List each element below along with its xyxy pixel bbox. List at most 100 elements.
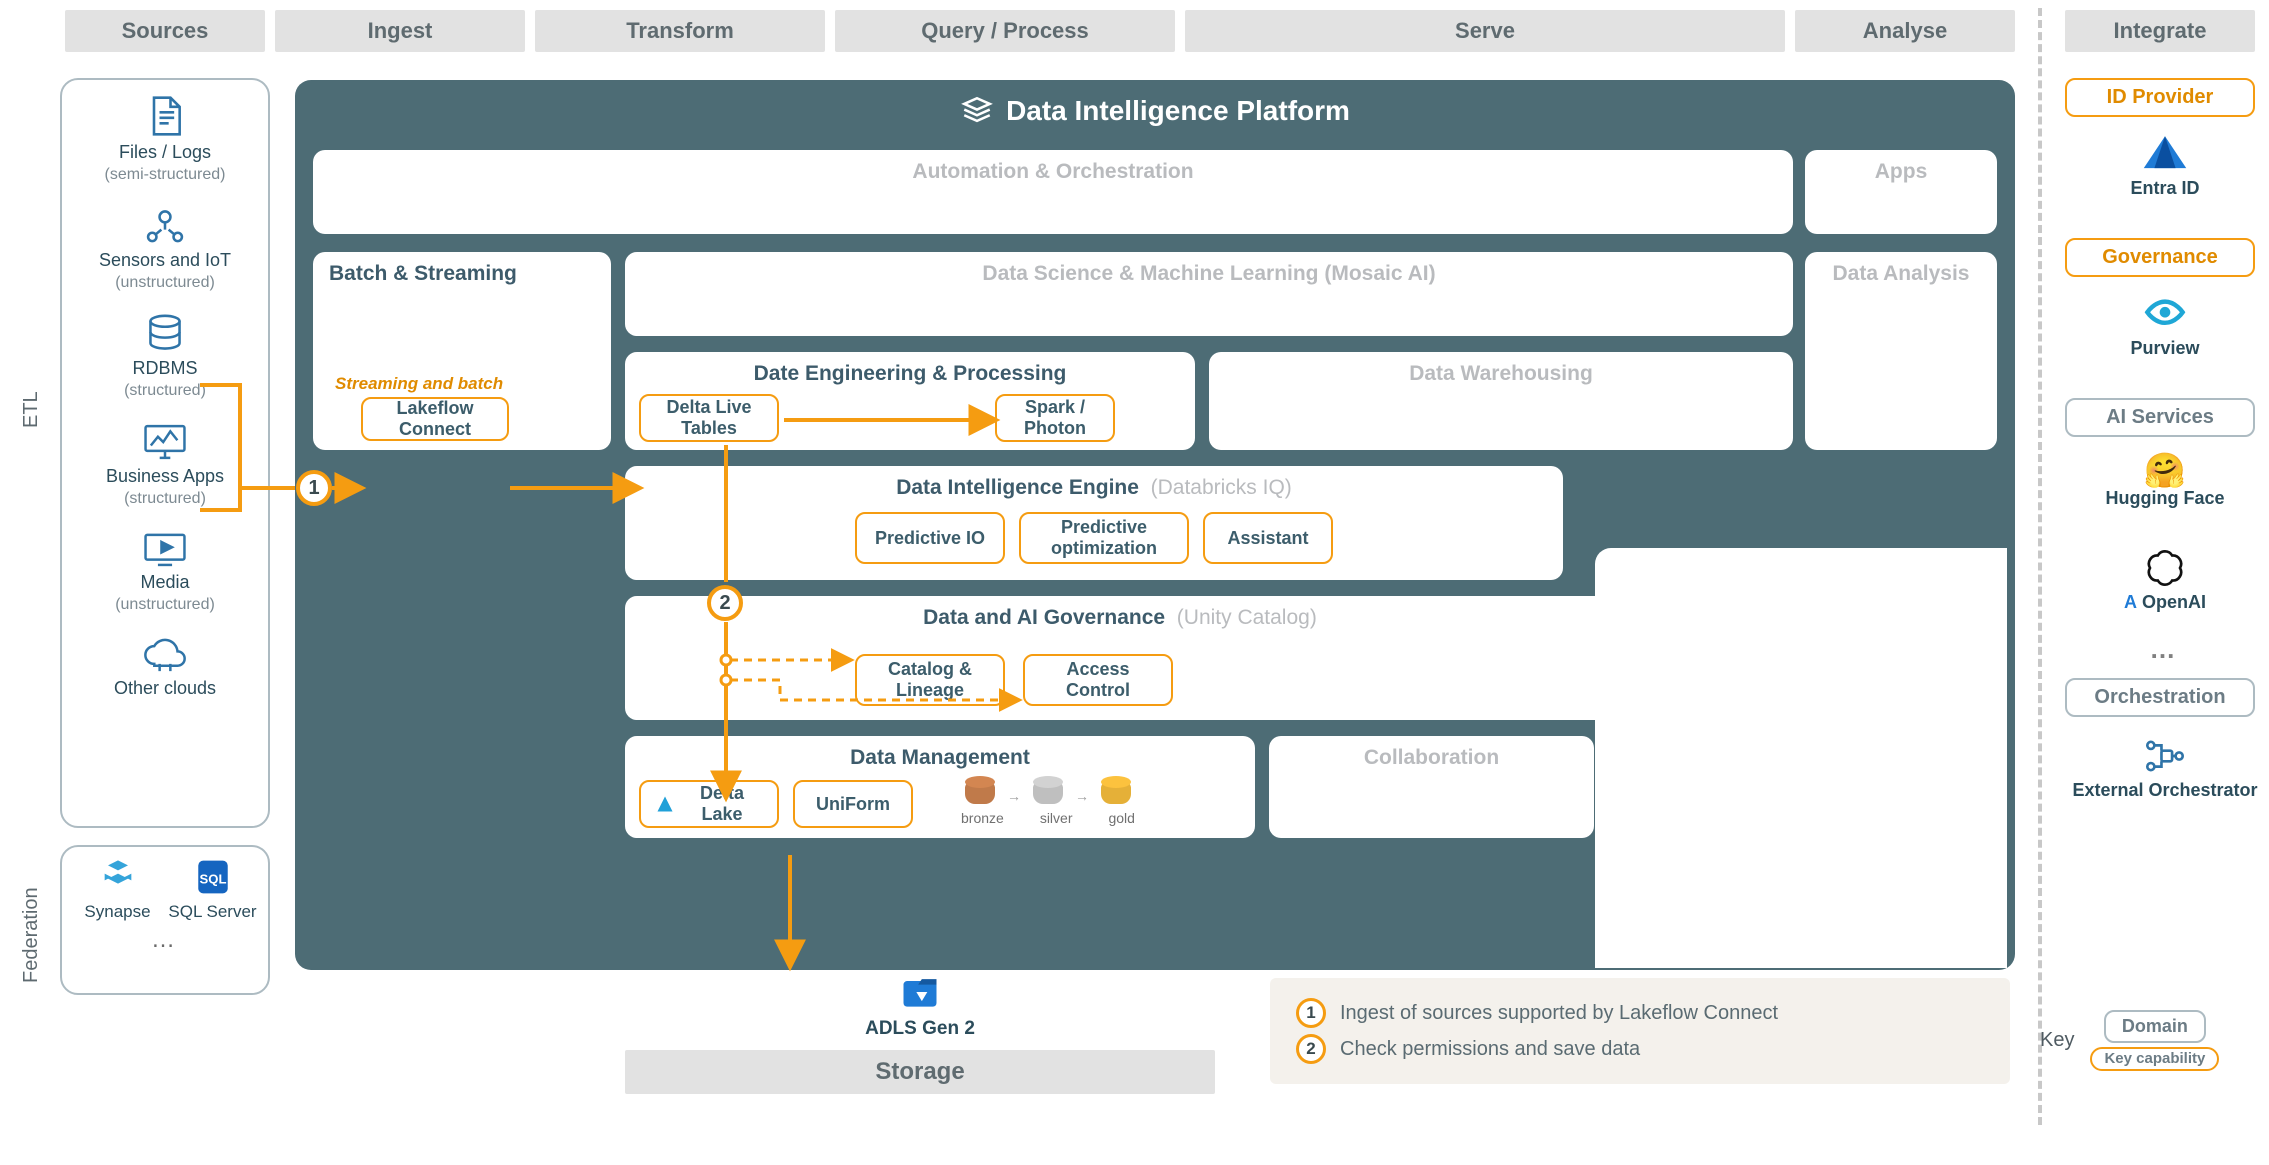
domain-title: Apps: [1821, 160, 1981, 184]
source-media: Media (unstructured): [68, 530, 262, 614]
gov-title: Data and AI Governance: [923, 606, 1165, 629]
col-integrate: Integrate: [2065, 10, 2255, 52]
integrate-column: ID Provider Entra ID Governance Purview …: [2065, 78, 2265, 948]
file-icon: [143, 94, 187, 138]
source-label: Files / Logs: [119, 142, 211, 162]
source-sub: (structured): [124, 490, 206, 507]
int-hf: 🤗 Hugging Face: [2065, 454, 2265, 509]
gov-suffix: (Unity Catalog): [1177, 606, 1317, 629]
cloud-icon: [140, 636, 190, 674]
layers-icon: [960, 94, 994, 128]
key-step-1: 1: [1296, 998, 1326, 1028]
key-legend: Key Domain Key capability: [2040, 1010, 2219, 1071]
key-box: 1 Ingest of sources supported by Lakeflo…: [1270, 978, 2010, 1084]
domain-batch-streaming: Batch & Streaming Streaming and batch La…: [313, 252, 611, 450]
medallion-silver: silver: [1040, 810, 1073, 826]
int-purview-label: Purview: [2065, 338, 2265, 359]
legend-domain: Domain: [2104, 1010, 2206, 1043]
int-openai-label: OpenAI: [2142, 592, 2206, 612]
domain-intelligence: Data Intelligence Engine (Databricks IQ)…: [625, 466, 1563, 580]
cap-assistant: Assistant: [1203, 512, 1333, 564]
legend-capability: Key capability: [2090, 1047, 2219, 1071]
source-rdbms: RDBMS (structured): [68, 314, 262, 400]
cap-predictive-io: Predictive IO: [855, 512, 1005, 564]
sources-panel: Files / Logs (semi-structured) Sensors a…: [60, 78, 270, 828]
cap-dlt: Delta Live Tables: [639, 394, 779, 442]
federation-label: SQL Server: [165, 902, 260, 922]
platform-title: Data Intelligence Platform: [295, 94, 2015, 128]
adls-label: ADLS Gen 2: [625, 1018, 1215, 1040]
cap-spark-photon: Spark / Photon: [995, 394, 1115, 442]
col-ingest: Ingest: [275, 10, 525, 52]
federation-synapse: Synapse: [70, 857, 165, 922]
platform-title-text: Data Intelligence Platform: [1006, 95, 1350, 127]
adls-icon: [898, 970, 942, 1014]
domain-title: Date Engineering & Processing: [641, 362, 1179, 386]
int-ext-orchestrator: External Orchestrator: [2065, 736, 2265, 801]
cap-catalog-lineage: Catalog & Lineage: [855, 654, 1005, 706]
domain-title: Automation & Orchestration: [329, 160, 1777, 184]
domain-engineering: Date Engineering & Processing Delta Live…: [625, 352, 1195, 450]
int-more: …: [2065, 634, 2265, 665]
source-sub: (structured): [124, 382, 206, 399]
domain-warehousing: Data Warehousing: [1209, 352, 1793, 450]
domain-collaboration: Collaboration: [1269, 736, 1594, 838]
svg-text:SQL: SQL: [199, 872, 226, 887]
col-serve: Serve: [1185, 10, 1785, 52]
step-2: 2: [707, 585, 743, 621]
entra-icon: [2142, 134, 2188, 174]
source-label: RDBMS: [132, 358, 197, 378]
step-1: 1: [296, 470, 332, 506]
medallion-bronze: bronze: [961, 810, 1004, 826]
source-label: Other clouds: [114, 678, 216, 698]
streaming-and-batch-label: Streaming and batch: [335, 374, 503, 394]
col-analyse: Analyse: [1795, 10, 2015, 52]
platform-container: Data Intelligence Platform Automation & …: [295, 80, 2015, 970]
side-label-federation: Federation: [20, 860, 43, 1010]
domain-title: Data Management: [641, 746, 1239, 770]
key-text-2: Check permissions and save data: [1340, 1038, 1640, 1061]
openai-icon: [2145, 548, 2185, 588]
domain-title: Data Warehousing: [1225, 362, 1777, 386]
source-label: Sensors and IoT: [99, 250, 231, 270]
domain-title: Data Intelligence Engine (Databricks IQ): [641, 476, 1547, 500]
cap-predictive-opt: Predictive optimization: [1019, 512, 1189, 564]
storage-block: ADLS Gen 2 Storage: [625, 970, 1215, 1094]
intel-suffix: (Databricks IQ): [1151, 476, 1292, 499]
federation-panel: Synapse SQL SQL Server …: [60, 845, 270, 995]
col-sources: Sources: [65, 10, 265, 52]
int-hf-label: Hugging Face: [2065, 488, 2265, 509]
domain-title: Collaboration: [1285, 746, 1578, 770]
domain-data-analysis: Data Analysis: [1805, 252, 1997, 450]
database-icon: [143, 314, 187, 354]
domain-management: Data Management Delta Lake UniForm → → b…: [625, 736, 1255, 838]
divider-integrate: [2038, 8, 2042, 1125]
medallion-gold: gold: [1108, 810, 1134, 826]
domain-apps: Apps: [1805, 150, 1997, 234]
int-ai-services: AI Services: [2065, 398, 2255, 437]
cap-uniform: UniForm: [793, 780, 913, 828]
federation-sqlserver: SQL SQL Server: [165, 857, 260, 922]
int-entra: Entra ID: [2065, 134, 2265, 199]
source-sub: (unstructured): [115, 274, 215, 291]
monitor-icon: [142, 422, 188, 462]
domain-title: Batch & Streaming: [329, 262, 595, 286]
key-header: Key: [2040, 1029, 2074, 1052]
play-icon: [142, 530, 188, 568]
source-bizapps: Business Apps (structured): [68, 422, 262, 508]
source-files-logs: Files / Logs (semi-structured): [68, 94, 262, 184]
source-label: Business Apps: [106, 466, 224, 486]
cap-lakeflow-connect: Lakeflow Connect: [361, 397, 509, 441]
source-other-clouds: Other clouds: [68, 636, 262, 699]
orchestrator-icon: [2142, 736, 2188, 776]
sqlserver-icon: SQL: [195, 857, 231, 897]
key-text-1: Ingest of sources supported by Lakeflow …: [1340, 1002, 1778, 1025]
domain-dsml: Data Science & Machine Learning (Mosaic …: [625, 252, 1793, 336]
int-governance: Governance: [2065, 238, 2255, 277]
cap-access-control: Access Control: [1023, 654, 1173, 706]
medallion-lakes: → →: [965, 782, 1131, 804]
storage-title: Storage: [625, 1050, 1215, 1094]
cap-delta-lake: Delta Lake: [639, 780, 779, 828]
int-id-provider: ID Provider: [2065, 78, 2255, 117]
col-query: Query / Process: [835, 10, 1175, 52]
